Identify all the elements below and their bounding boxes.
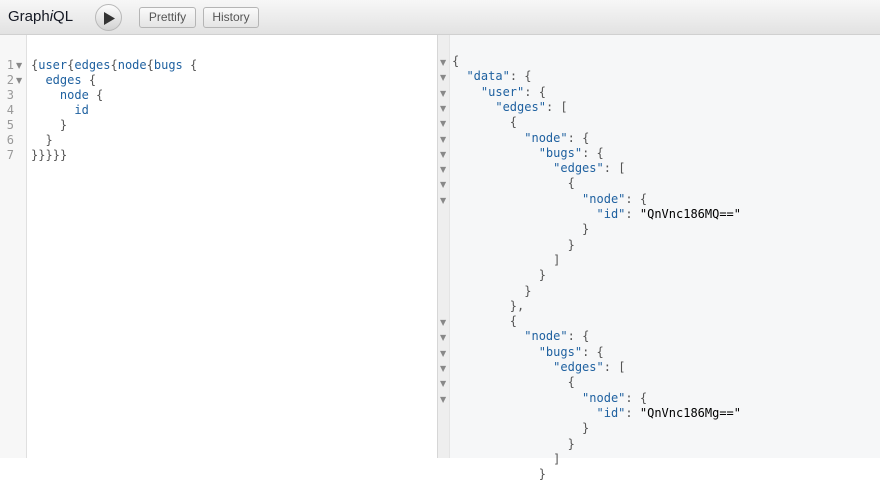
fold-arrow-icon[interactable]: ▼ <box>440 150 446 159</box>
result-viewer[interactable]: ▼ { ▼ "data": { ▼ "user": { ▼ "edges": [ ▼ { ▼… <box>438 35 880 481</box>
toolbar: GraphiQL Prettify History <box>0 0 880 35</box>
result-line: } <box>582 421 590 435</box>
fold-arrow-icon[interactable]: ▼ <box>440 73 446 82</box>
result-line: "user": { <box>480 85 546 99</box>
query-line: node { <box>59 88 104 102</box>
query-line: } <box>59 118 68 132</box>
result-line: ] <box>553 253 561 267</box>
fold-arrow-icon[interactable]: ▼ <box>440 104 446 113</box>
line-number: 7 <box>6 148 14 162</box>
prettify-button[interactable]: Prettify <box>139 7 196 28</box>
query-line: edges { <box>45 73 97 87</box>
result-line: } <box>567 437 575 451</box>
graphiql-logo: GraphiQL <box>8 8 74 25</box>
fold-arrow-icon[interactable]: ▼ <box>440 333 446 342</box>
result-line: } <box>538 268 546 282</box>
fold-arrow-icon[interactable]: ▼ <box>16 76 22 85</box>
result-line: } <box>524 284 532 298</box>
execute-query-button[interactable] <box>95 4 122 31</box>
query-line: }}}}} <box>31 148 68 162</box>
line-number: 4 <box>6 103 14 117</box>
result-line: "node": { <box>582 391 648 405</box>
result-line: ] <box>553 452 561 466</box>
query-line: {user{edges{node{bugs { <box>31 58 198 72</box>
play-icon <box>104 12 115 25</box>
fold-arrow-icon[interactable]: ▼ <box>440 180 446 189</box>
result-line: }, <box>509 299 525 313</box>
fold-arrow-icon[interactable]: ▼ <box>440 196 446 205</box>
result-line: "id": "QnVnc186Mg==" <box>596 406 742 420</box>
line-number: 6 <box>6 133 14 147</box>
result-line: "id": "QnVnc186MQ==" <box>596 207 742 221</box>
line-number: 2 <box>6 73 14 87</box>
fold-arrow-icon[interactable]: ▼ <box>440 58 446 67</box>
line-number: 1 <box>6 58 14 72</box>
fold-arrow-icon[interactable]: ▼ <box>440 165 446 174</box>
result-line: "bugs": { <box>538 345 604 359</box>
result-line: "bugs": { <box>538 146 604 160</box>
result-line: { <box>567 176 575 190</box>
fold-arrow-icon[interactable]: ▼ <box>440 89 446 98</box>
result-line: { <box>567 375 575 389</box>
fold-arrow-icon[interactable]: ▼ <box>440 379 446 388</box>
fold-arrow-icon[interactable]: ▼ <box>440 135 446 144</box>
fold-arrow-icon[interactable]: ▼ <box>440 349 446 358</box>
result-line: "node": { <box>524 329 590 343</box>
fold-arrow-icon[interactable]: ▼ <box>440 119 446 128</box>
result-line: "edges": [ <box>495 100 568 114</box>
fold-arrow-icon[interactable]: ▼ <box>440 364 446 373</box>
query-editor[interactable]: 1 ▼ {user{edges{node{bugs { 2 ▼ edges { 3 nod… <box>0 35 437 458</box>
result-line: "edges": [ <box>553 161 626 175</box>
query-line: } <box>45 133 53 147</box>
line-number: 5 <box>6 118 14 132</box>
result-line: } <box>582 222 590 236</box>
query-line: id <box>74 103 89 117</box>
result-line: { <box>509 115 518 129</box>
line-number: 3 <box>6 88 14 102</box>
history-button[interactable]: History <box>203 7 259 28</box>
fold-arrow-icon[interactable]: ▼ <box>440 395 446 404</box>
result-line: } <box>567 238 575 252</box>
fold-arrow-icon[interactable]: ▼ <box>16 61 22 70</box>
result-line: "node": { <box>524 131 590 145</box>
fold-arrow-icon[interactable]: ▼ <box>440 318 446 327</box>
result-line: } <box>538 467 546 481</box>
result-line: "node": { <box>582 192 648 206</box>
result-line: "data": { <box>466 69 532 83</box>
result-line: { <box>452 54 460 68</box>
result-line: "edges": [ <box>553 360 626 374</box>
result-line: { <box>509 314 518 328</box>
